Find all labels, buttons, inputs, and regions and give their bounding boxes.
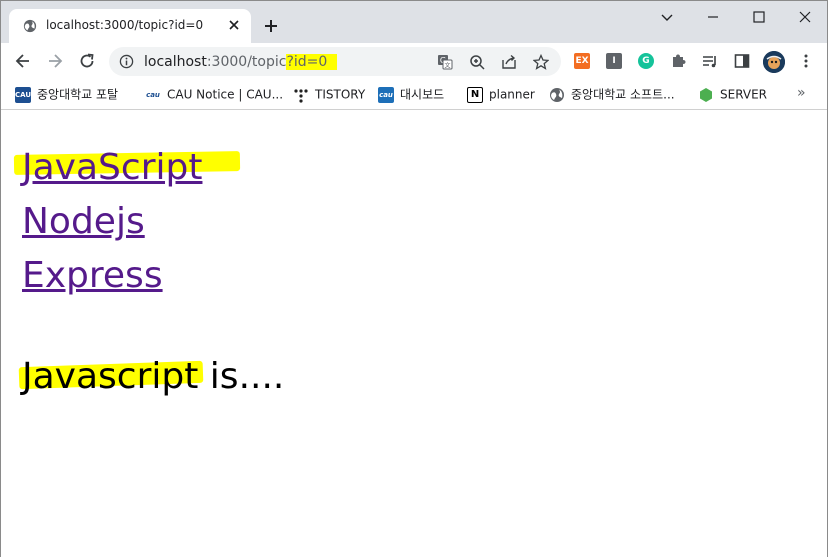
grammarly-icon[interactable]: G: [638, 53, 654, 69]
bookmark-server[interactable]: SERVER: [698, 86, 767, 104]
globe-icon: [23, 19, 37, 33]
url-path: :3000/topic: [206, 54, 287, 70]
toolbar: localhost:3000/topic?id=0 G 文 EX I G: [1, 43, 827, 79]
side-panel-icon[interactable]: [734, 53, 750, 69]
cau-icon: CAU: [15, 86, 31, 103]
bookmark-cau-notice[interactable]: cau CAU Notice | CAU...: [145, 86, 283, 104]
more-vert-icon[interactable]: [798, 53, 814, 69]
tistory-icon: [293, 87, 309, 103]
topic-list: JavaScript Nodejs Express: [13, 141, 241, 303]
bookmarks-bar: CAU 중앙대학교 포탈 cau CAU Notice | CAU... TISTO…: [1, 79, 827, 110]
bookmark-tistory[interactable]: TISTORY: [293, 86, 365, 104]
tab-title: localhost:3000/topic?id=0: [46, 18, 204, 32]
back-icon[interactable]: [14, 52, 32, 70]
nodejs-hex-icon: [698, 87, 714, 103]
forward-icon[interactable]: [46, 52, 64, 70]
ex-extension-icon[interactable]: EX: [574, 53, 590, 69]
bookmark-planner[interactable]: Nplanner: [467, 86, 535, 104]
tab-strip: localhost:3000/topic?id=0: [1, 1, 827, 43]
bookmark-cau-software[interactable]: 중앙대학교 소프트...: [549, 86, 675, 104]
close-icon[interactable]: [226, 17, 242, 33]
star-icon[interactable]: [533, 54, 549, 70]
link-nodejs[interactable]: Nodejs: [22, 195, 202, 249]
cau-logo-icon: cau: [145, 86, 161, 103]
puzzle-icon[interactable]: [670, 53, 686, 69]
avatar-image: [763, 51, 785, 73]
cau-dashboard-icon: cau: [378, 86, 394, 103]
notion-icon: N: [467, 86, 483, 103]
i-extension-icon[interactable]: I: [606, 53, 622, 69]
info-icon[interactable]: [119, 54, 134, 69]
url-text[interactable]: localhost:3000/topic?id=0: [144, 54, 338, 70]
address-bar[interactable]: localhost:3000/topic?id=0 G 文: [109, 47, 561, 76]
bookmark-dashboard[interactable]: cau 대시보드: [378, 86, 444, 104]
reading-list-icon[interactable]: [702, 53, 718, 69]
translate-icon[interactable]: G 文: [437, 54, 453, 70]
maximize-icon[interactable]: [751, 9, 767, 25]
globe-icon: [549, 87, 565, 103]
browser-window: localhost:3000/topic?id=0 localhost:3000…: [0, 0, 828, 557]
zoom-icon[interactable]: [469, 54, 485, 70]
reload-icon[interactable]: [78, 52, 96, 70]
url-query: ?id=0: [286, 54, 338, 70]
plus-icon[interactable]: [263, 18, 279, 34]
topic-description: Javascript is....: [18, 356, 284, 397]
minimize-icon[interactable]: [705, 9, 721, 25]
chevron-down-icon[interactable]: [659, 9, 675, 25]
profile-avatar[interactable]: [763, 51, 785, 73]
link-javascript[interactable]: JavaScript: [13, 141, 241, 195]
link-express[interactable]: Express: [22, 249, 202, 303]
browser-tab[interactable]: localhost:3000/topic?id=0: [9, 9, 251, 43]
share-icon[interactable]: [501, 54, 517, 70]
page-content: JavaScript Nodejs Express Javascript is.…: [1, 111, 827, 557]
bookmarks-overflow-button[interactable]: »: [797, 85, 806, 101]
bookmark-cau-portal[interactable]: CAU 중앙대학교 포탈: [15, 86, 118, 104]
url-host: localhost: [144, 54, 207, 70]
close-icon[interactable]: [797, 9, 813, 25]
svg-text:文: 文: [444, 62, 450, 70]
